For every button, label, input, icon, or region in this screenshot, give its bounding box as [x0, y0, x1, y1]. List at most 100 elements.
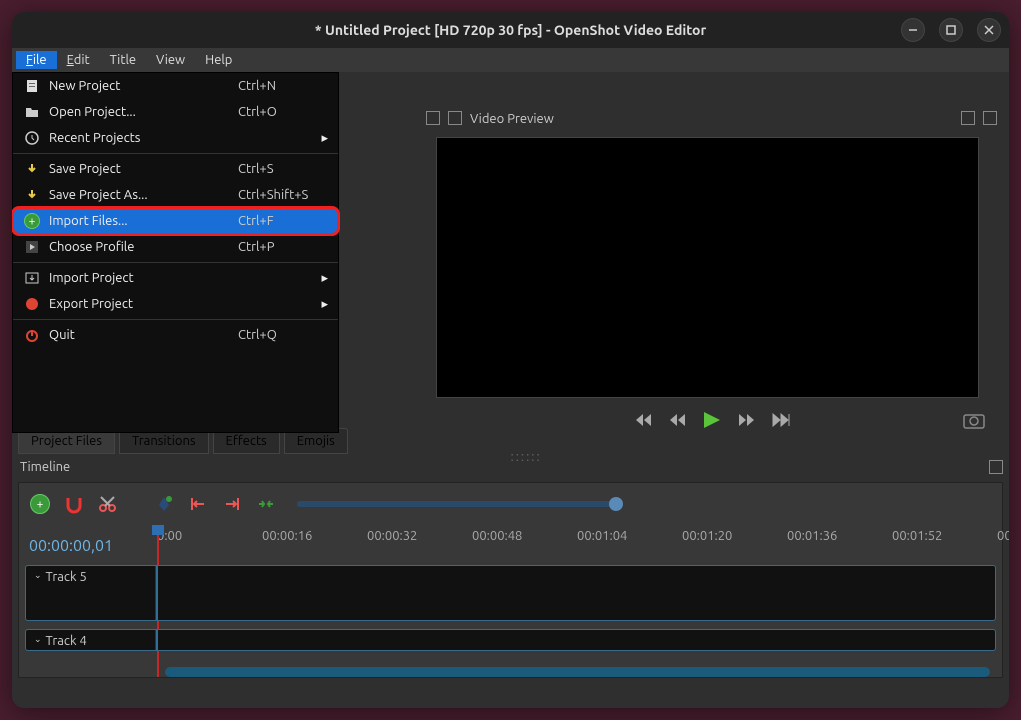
file-menu-import-project[interactable]: Import Project ▸	[13, 265, 338, 291]
add-track-button[interactable]: +	[29, 493, 51, 515]
file-menu-quit[interactable]: QuitCtrl+Q	[13, 322, 338, 348]
file-menu-export-project[interactable]: Export Project ▸	[13, 291, 338, 317]
shortcut-label: Ctrl+P	[238, 240, 328, 254]
ruler-tick: 00:00:16	[262, 529, 312, 543]
menu-item-label: Open Project...	[49, 105, 238, 119]
ruler-tick: 00:01:52	[892, 529, 942, 543]
snap-button[interactable]	[63, 493, 85, 515]
track-name: Track 5	[46, 570, 87, 584]
menu-edit[interactable]: Edit	[57, 51, 100, 69]
zoom-slider[interactable]	[297, 501, 617, 507]
window-controls	[901, 18, 1001, 42]
timecode[interactable]: 00:00:00,01	[29, 537, 113, 555]
shortcut-label: Ctrl+Shift+S	[238, 188, 328, 202]
track-row[interactable]: ⌄ Track 5	[25, 565, 996, 621]
play-button[interactable]	[701, 410, 723, 430]
submenu-arrow-icon: ▸	[321, 271, 328, 286]
file-menu-recent-projects[interactable]: Recent Projects ▸	[13, 125, 338, 151]
jump-start-button[interactable]	[633, 412, 653, 428]
tracks-container: ⌄ Track 5 ⌄Track 4	[25, 565, 996, 677]
chevron-down-icon: ⌄	[34, 634, 42, 645]
submenu-arrow-icon: ▸	[321, 131, 328, 146]
ruler-tick: 00:01:36	[787, 529, 837, 543]
razor-button[interactable]	[97, 493, 119, 515]
titlebar: * Untitled Project [HD 720p 30 fps] - Op…	[12, 12, 1009, 48]
menu-item-label: Choose Profile	[49, 240, 238, 254]
video-preview-area[interactable]	[436, 137, 979, 398]
panel-grip[interactable]: ::::::	[511, 450, 542, 464]
menu-title[interactable]: Title	[100, 51, 146, 69]
jump-end-button[interactable]	[771, 412, 791, 428]
file-menu-open-project[interactable]: Open Project...Ctrl+O	[13, 99, 338, 125]
maximize-button[interactable]	[939, 18, 963, 42]
down-y-icon	[23, 160, 41, 178]
time-ruler[interactable]: 0:0000:00:1600:00:3200:00:4800:01:0400:0…	[157, 525, 996, 565]
shortcut-label: Ctrl+Q	[238, 328, 328, 342]
submenu-arrow-icon: ▸	[321, 297, 328, 312]
menu-item-label: Export Project	[49, 297, 315, 311]
timeline-scrollbar[interactable]	[165, 667, 990, 677]
track-header[interactable]: ⌄ Track 5	[26, 566, 156, 620]
video-preview-panel: Video Preview	[420, 107, 1003, 446]
fast-forward-button[interactable]	[737, 412, 757, 428]
ruler-tick: 00	[997, 529, 1009, 543]
preview-title: Video Preview	[470, 112, 554, 126]
red-dot-icon	[23, 295, 41, 313]
center-playhead-button[interactable]	[255, 493, 277, 515]
timeline-label: Timeline	[20, 460, 70, 474]
minimize-button[interactable]	[901, 18, 925, 42]
track-body[interactable]	[156, 630, 995, 650]
file-menu-save-project[interactable]: Save ProjectCtrl+S	[13, 156, 338, 182]
track-header[interactable]: ⌄Track 4	[26, 630, 156, 650]
menu-item-label: Quit	[49, 328, 238, 342]
menu-item-label: Save Project	[49, 162, 238, 176]
marker-button[interactable]	[153, 493, 175, 515]
file-menu-new-project[interactable]: New ProjectCtrl+N	[13, 73, 338, 99]
menu-file[interactable]: File	[16, 51, 57, 69]
file-menu-save-project-as[interactable]: Save Project As...Ctrl+Shift+S	[13, 182, 338, 208]
ruler-tick: 00:00:48	[472, 529, 522, 543]
playback-controls	[420, 406, 1003, 434]
close-button[interactable]	[977, 18, 1001, 42]
ruler-tick: 00:01:20	[682, 529, 732, 543]
file-menu-dropdown: New ProjectCtrl+NOpen Project...Ctrl+ORe…	[12, 72, 339, 433]
menu-item-label: Recent Projects	[49, 131, 315, 145]
undock-icon-r[interactable]	[961, 111, 975, 128]
import-icon	[23, 269, 41, 287]
play-sq-icon	[23, 238, 41, 256]
folder-icon	[23, 103, 41, 121]
preview-header: Video Preview	[420, 107, 1003, 131]
file-menu-choose-profile[interactable]: Choose ProfileCtrl+P	[13, 234, 338, 260]
ruler-tick: 00:01:04	[577, 529, 627, 543]
zoom-thumb[interactable]	[609, 497, 623, 511]
file-menu-import-files[interactable]: +Import Files...Ctrl+F	[13, 208, 338, 234]
clock-icon	[23, 129, 41, 147]
snapshot-button[interactable]	[963, 411, 985, 432]
menu-item-label: Save Project As...	[49, 188, 238, 202]
menu-item-label: New Project	[49, 79, 238, 93]
track-row[interactable]: ⌄Track 4	[25, 629, 996, 651]
menu-item-label: Import Project	[49, 271, 315, 285]
close-panel-icon[interactable]	[448, 111, 462, 128]
timeline-toolbar: +	[19, 483, 1002, 525]
undock-icon[interactable]	[426, 111, 440, 128]
timeline-panel: + 00:00:00,01 0:0000:00:1600:00:3200:00:…	[18, 482, 1003, 678]
timeline-body: 00:00:00,01 0:0000:00:1600:00:3200:00:48…	[19, 525, 1002, 677]
chevron-down-icon: ⌄	[34, 570, 42, 581]
track-body[interactable]	[156, 566, 995, 620]
doc-icon	[23, 77, 41, 95]
prev-marker-button[interactable]	[187, 493, 209, 515]
rewind-button[interactable]	[667, 412, 687, 428]
next-marker-button[interactable]	[221, 493, 243, 515]
menu-help[interactable]: Help	[195, 51, 242, 69]
menu-item-label: Import Files...	[49, 214, 238, 228]
window-title: * Untitled Project [HD 720p 30 fps] - Op…	[315, 22, 706, 38]
close-panel-icon-r[interactable]	[983, 111, 997, 128]
menubar: FileEditTitleViewHelp	[12, 48, 1009, 72]
power-icon	[23, 326, 41, 344]
app-window: * Untitled Project [HD 720p 30 fps] - Op…	[12, 12, 1009, 708]
menu-view[interactable]: View	[146, 51, 195, 69]
detach-timeline-icon[interactable]	[989, 460, 1003, 477]
shortcut-label: Ctrl+O	[238, 105, 328, 119]
plus-g-icon: +	[23, 212, 41, 230]
